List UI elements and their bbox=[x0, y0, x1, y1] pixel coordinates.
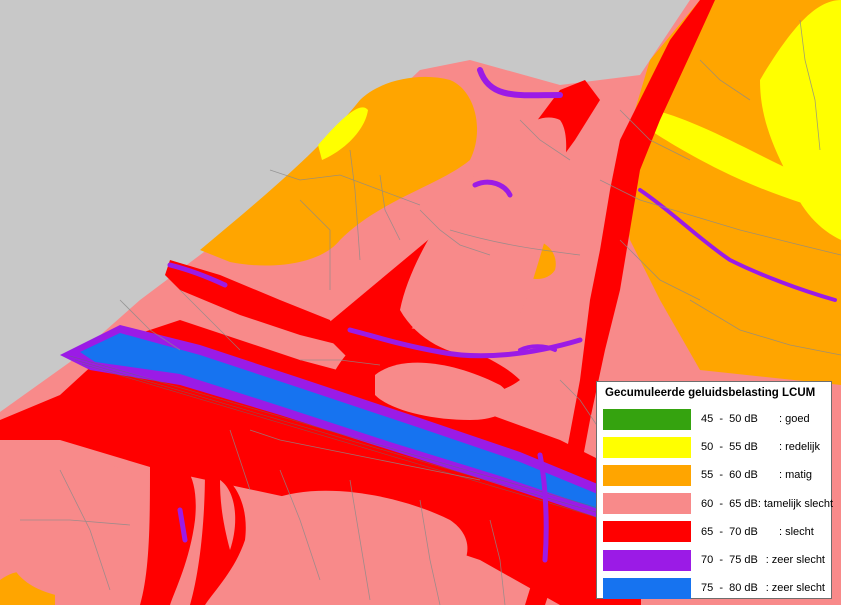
legend-item: 45 - 50 dB : goed bbox=[603, 405, 825, 433]
legend-rating: : zeer slecht bbox=[765, 554, 825, 567]
legend-rating: : goed bbox=[779, 413, 810, 426]
legend-item: 65 - 70 dB : slecht bbox=[603, 518, 825, 546]
legend-swatch bbox=[603, 408, 691, 430]
legend-item: 75 - 80 dB : zeer slecht bbox=[603, 574, 825, 602]
legend-swatch bbox=[603, 577, 691, 599]
legend-rating: : tamelijk slecht bbox=[757, 497, 834, 510]
legend-swatch bbox=[603, 521, 691, 543]
legend-title: Gecumuleerde geluidsbelasting LCUM bbox=[605, 387, 816, 399]
legend-range: 45 - 50 dB bbox=[701, 413, 758, 426]
noise-map-view: Gecumuleerde geluidsbelasting LCUM 45 - … bbox=[0, 0, 841, 605]
legend-range: 70 - 75 dB bbox=[701, 554, 758, 567]
legend-rating: : redelijk bbox=[779, 441, 820, 454]
legend-rating: : zeer slecht bbox=[765, 582, 825, 595]
legend-range: 55 - 60 dB bbox=[701, 469, 758, 482]
legend-rating: : matig bbox=[779, 469, 813, 482]
legend-range: 75 - 80 dB bbox=[701, 582, 758, 595]
legend-swatch bbox=[603, 549, 691, 571]
legend-item: 60 - 65 dB : tamelijk slecht bbox=[603, 490, 833, 518]
legend-rating: : slecht bbox=[779, 525, 814, 538]
legend-item: 55 - 60 dB : matig bbox=[603, 461, 825, 489]
legend-range: 50 - 55 dB bbox=[701, 441, 758, 454]
legend-swatch bbox=[603, 493, 691, 515]
legend-swatch bbox=[603, 436, 691, 458]
legend-range: 65 - 70 dB bbox=[701, 525, 758, 538]
legend-range: 60 - 65 dB bbox=[701, 497, 758, 510]
legend-item: 50 - 55 dB : redelijk bbox=[603, 433, 825, 461]
legend-item: 70 - 75 dB : zeer slecht bbox=[603, 546, 825, 574]
legend-swatch bbox=[603, 464, 691, 486]
map-legend: Gecumuleerde geluidsbelasting LCUM 45 - … bbox=[596, 381, 833, 602]
